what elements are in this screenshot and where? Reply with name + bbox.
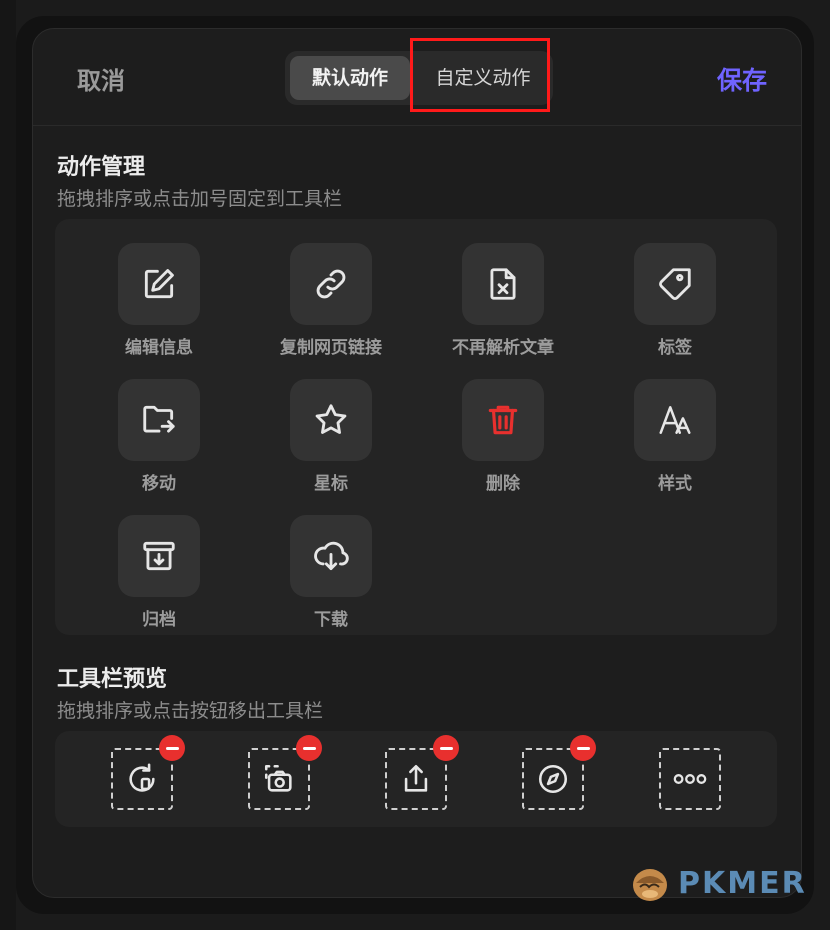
tab-default-actions[interactable]: 默认动作 bbox=[290, 56, 410, 100]
pkmer-logo-icon bbox=[633, 869, 667, 901]
action-stop-parsing[interactable]: 不再解析文章 bbox=[428, 243, 578, 358]
action-label: 星标 bbox=[314, 474, 348, 494]
action-section-title: 动作管理 bbox=[57, 155, 146, 180]
action-label: 归档 bbox=[142, 610, 176, 630]
action-label: 标签 bbox=[658, 338, 692, 358]
compass-icon bbox=[538, 764, 568, 794]
star-icon bbox=[290, 379, 372, 461]
action-download[interactable]: 下载 bbox=[256, 515, 406, 630]
toolbar-section-subtitle: 拖拽排序或点击按钮移出工具栏 bbox=[57, 700, 324, 722]
trash-icon bbox=[462, 379, 544, 461]
action-move[interactable]: 移动 bbox=[84, 379, 234, 494]
toolbar-section-title: 工具栏预览 bbox=[57, 667, 168, 692]
refresh-clip-icon bbox=[129, 763, 155, 792]
remove-toolbar-item-button[interactable] bbox=[159, 735, 185, 761]
remove-toolbar-item-button[interactable] bbox=[433, 735, 459, 761]
edit-icon bbox=[118, 243, 200, 325]
folder-move-icon bbox=[118, 379, 200, 461]
share-icon bbox=[404, 764, 428, 792]
file-x-icon bbox=[462, 243, 544, 325]
action-label: 删除 bbox=[486, 474, 520, 494]
action-label: 复制网页链接 bbox=[280, 338, 382, 358]
cloud-download-icon bbox=[290, 515, 372, 597]
toolbar-item-more[interactable] bbox=[659, 748, 721, 810]
action-delete[interactable]: 删除 bbox=[428, 379, 578, 494]
link-icon bbox=[290, 243, 372, 325]
archive-icon bbox=[118, 515, 200, 597]
action-label: 不再解析文章 bbox=[452, 338, 554, 358]
save-button[interactable]: 保存 bbox=[717, 61, 767, 97]
action-style[interactable]: 样式 bbox=[600, 379, 750, 494]
action-tag[interactable]: 标签 bbox=[600, 243, 750, 358]
tag-icon bbox=[634, 243, 716, 325]
action-label: 下载 bbox=[314, 610, 348, 630]
action-archive[interactable]: 归档 bbox=[84, 515, 234, 630]
background-left-strip bbox=[0, 0, 16, 930]
more-icon bbox=[673, 774, 707, 784]
screenshot-camera-icon bbox=[264, 764, 292, 792]
action-copy-link[interactable]: 复制网页链接 bbox=[256, 243, 406, 358]
action-star[interactable]: 星标 bbox=[256, 379, 406, 494]
pkmer-watermark: PKMER bbox=[628, 860, 807, 906]
action-label: 样式 bbox=[658, 474, 692, 494]
action-grid-panel: 编辑信息 复制网页链接 不再解析文章 标签 移动 星标 删除 样式 归档 下载 bbox=[55, 219, 777, 635]
cancel-button[interactable]: 取消 bbox=[77, 61, 125, 96]
brand-text: PKMER bbox=[678, 865, 807, 901]
action-section-subtitle: 拖拽排序或点击加号固定到工具栏 bbox=[57, 188, 343, 210]
text-style-icon bbox=[634, 379, 716, 461]
toolbar-editor-modal: 取消 默认动作 自定义动作 保存 动作管理 拖拽排序或点击加号固定到工具栏 编辑… bbox=[32, 28, 802, 898]
action-edit-info[interactable]: 编辑信息 bbox=[84, 243, 234, 358]
action-label: 移动 bbox=[142, 474, 176, 494]
custom-actions-highlight-box bbox=[410, 38, 550, 112]
remove-toolbar-item-button[interactable] bbox=[570, 735, 596, 761]
toolbar-preview-panel bbox=[55, 731, 777, 827]
action-label: 编辑信息 bbox=[125, 338, 193, 358]
remove-toolbar-item-button[interactable] bbox=[296, 735, 322, 761]
